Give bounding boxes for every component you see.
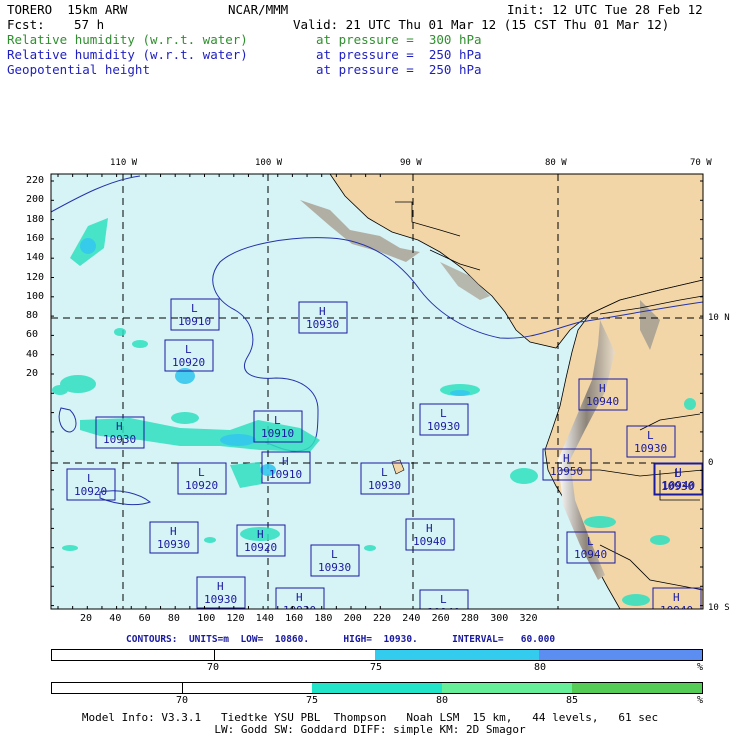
svg-text:10920: 10920 bbox=[74, 485, 107, 498]
colorbar-rh300-85 bbox=[572, 683, 702, 693]
colorbar-rh300-label-75: 75 bbox=[306, 695, 319, 706]
svg-text:H: H bbox=[319, 305, 326, 318]
svg-text:10940: 10940 bbox=[413, 535, 446, 548]
x-tick-label: 260 bbox=[431, 613, 450, 624]
svg-text:H: H bbox=[426, 522, 433, 535]
model-info-line2: LW: Godd SW: Goddard DIFF: simple KM: 2D… bbox=[214, 723, 526, 736]
x-tick-label: 120 bbox=[226, 613, 245, 624]
svg-text:10940: 10940 bbox=[574, 548, 607, 561]
x-tick-label: 40 bbox=[109, 613, 122, 624]
y-tick-label: 140 bbox=[26, 252, 45, 264]
colorbar-rh250-label-75: 75 bbox=[370, 662, 383, 673]
svg-text:H: H bbox=[673, 591, 680, 604]
svg-text:10930: 10930 bbox=[204, 593, 237, 606]
x-tick-label: 80 bbox=[167, 613, 180, 624]
svg-text:L: L bbox=[440, 407, 447, 420]
svg-text:H: H bbox=[257, 528, 264, 541]
svg-text:10940: 10940 bbox=[660, 604, 693, 617]
y-tick-label: 220 bbox=[26, 175, 45, 186]
y-tick-label: 20 bbox=[26, 368, 39, 379]
x-tick-label: 140 bbox=[255, 613, 274, 624]
colorbar-rh250 bbox=[51, 649, 703, 661]
colorbar-rh300-75 bbox=[312, 683, 443, 693]
lon-label-70w: 70 W bbox=[690, 158, 712, 168]
x-tick-label: 300 bbox=[490, 613, 509, 624]
svg-text:L: L bbox=[274, 414, 281, 427]
lon-label-90w: 90 W bbox=[400, 158, 422, 168]
svg-text:10930: 10930 bbox=[157, 538, 190, 551]
lat-label-0: 0 bbox=[708, 458, 714, 468]
colorbar-rh300-label-80: 80 bbox=[436, 695, 449, 706]
svg-text:10910: 10910 bbox=[178, 315, 211, 328]
x-tick-label: 20 bbox=[80, 613, 93, 624]
colorbar-rh300-label-85: 85 bbox=[566, 695, 579, 706]
x-tick-label: 320 bbox=[519, 613, 538, 624]
svg-text:L: L bbox=[647, 429, 654, 442]
y-tick-label: 80 bbox=[26, 310, 39, 322]
svg-text:L: L bbox=[185, 343, 192, 356]
x-tick-label: 220 bbox=[373, 613, 392, 624]
x-tick-label: 240 bbox=[402, 613, 421, 624]
svg-text:10920: 10920 bbox=[172, 356, 205, 369]
svg-text:H: H bbox=[170, 525, 177, 538]
svg-text:H: H bbox=[599, 382, 606, 395]
weather-map: L10910H10930L10920H10940L10930H10930L109… bbox=[50, 173, 704, 617]
colorbar-rh300-label-pct: % bbox=[697, 695, 704, 706]
x-tick-label: 60 bbox=[138, 613, 151, 624]
lat-label-10n: 10 N bbox=[708, 313, 730, 323]
svg-text:L: L bbox=[331, 548, 338, 561]
colorbar-rh250-label-80: 80 bbox=[534, 662, 547, 673]
svg-text:L: L bbox=[587, 535, 594, 548]
svg-text:L: L bbox=[191, 302, 198, 315]
svg-text:10930: 10930 bbox=[368, 479, 401, 492]
lat-label-10s: 10 S bbox=[708, 603, 730, 613]
x-tick-label: 280 bbox=[460, 613, 479, 624]
svg-text:10930: 10930 bbox=[306, 318, 339, 331]
svg-text:L: L bbox=[440, 593, 447, 606]
svg-text:L: L bbox=[87, 472, 94, 485]
colorbar-rh300-80 bbox=[442, 683, 573, 693]
svg-text:10930: 10930 bbox=[634, 442, 667, 455]
x-tick-label: 200 bbox=[343, 613, 362, 624]
lon-label-80w: 80 W bbox=[545, 158, 567, 168]
svg-text:H: H bbox=[116, 420, 123, 433]
svg-text:10930: 10930 bbox=[103, 433, 136, 446]
svg-text:10940: 10940 bbox=[586, 395, 619, 408]
svg-text:H: H bbox=[282, 455, 289, 468]
svg-text:10930: 10930 bbox=[318, 561, 351, 574]
svg-text:10920: 10920 bbox=[185, 479, 218, 492]
svg-text:10920: 10920 bbox=[244, 541, 277, 554]
colorbar-rh300-label-70: 70 bbox=[176, 695, 189, 706]
y-tick-label: 180 bbox=[26, 213, 45, 225]
y-tick-label: 60 bbox=[26, 329, 39, 341]
colorbar-rh300 bbox=[51, 682, 703, 694]
colorbar-rh250-label-70: 70 bbox=[207, 662, 220, 673]
y-tick-label: 120 bbox=[26, 271, 45, 283]
svg-text:H: H bbox=[296, 591, 303, 604]
svg-text:H: H bbox=[675, 466, 682, 479]
svg-text:H: H bbox=[563, 452, 570, 465]
lon-label-110w: 110 W bbox=[110, 158, 138, 168]
svg-text:10930: 10930 bbox=[427, 420, 460, 433]
svg-text:10910: 10910 bbox=[269, 468, 302, 481]
x-tick-label: 100 bbox=[197, 613, 216, 624]
contours-info: CONTOURS: UNITS=m LOW= 10860. HIGH= 1093… bbox=[126, 634, 556, 645]
svg-text:10940: 10940 bbox=[662, 479, 695, 492]
svg-text:10950: 10950 bbox=[550, 465, 583, 478]
y-tick-label: 100 bbox=[26, 290, 45, 302]
y-tick-label: 160 bbox=[26, 232, 45, 244]
svg-text:10910: 10910 bbox=[261, 427, 294, 440]
y-tick-label: 200 bbox=[26, 194, 45, 206]
svg-text:H: H bbox=[217, 580, 224, 593]
x-tick-label: 180 bbox=[314, 613, 333, 624]
svg-text:L: L bbox=[381, 466, 388, 479]
y-tick-label: 40 bbox=[26, 348, 39, 360]
lon-label-100w: 100 W bbox=[255, 158, 283, 168]
colorbar-rh250-75 bbox=[375, 650, 540, 660]
svg-text:L: L bbox=[198, 466, 205, 479]
colorbar-rh250-label-pct: % bbox=[697, 662, 704, 673]
x-tick-label: 160 bbox=[285, 613, 304, 624]
colorbar-rh250-80 bbox=[539, 650, 702, 660]
